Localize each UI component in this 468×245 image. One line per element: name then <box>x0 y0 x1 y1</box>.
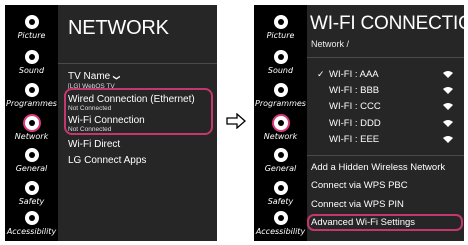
wifi-direct-label: Wi-Fi Direct <box>68 139 121 150</box>
wifi-network-item[interactable]: WI-FI : DDD <box>317 118 457 130</box>
sidebar-item-label: Safety <box>18 197 45 206</box>
wifi-signal-icon <box>443 136 453 143</box>
programmes-icon <box>273 83 288 97</box>
sidebar-item-general[interactable]: General <box>5 148 58 173</box>
wifi-signal-icon <box>443 103 453 110</box>
tv-name-label: TV Name ❯ <box>68 71 119 83</box>
wifi-network-name: WI-FI : BBB <box>329 85 380 96</box>
safety-icon <box>24 181 39 195</box>
settings-sidebar: Picture Sound Programmes Network General… <box>254 5 307 241</box>
sidebar-item-network[interactable]: Network <box>254 116 307 141</box>
divider <box>58 63 217 64</box>
wifi-signal-icon <box>443 120 453 127</box>
wps-pin-button[interactable]: Connect via WPS PIN <box>311 199 404 210</box>
sidebar-item-picture[interactable]: Picture <box>5 15 58 40</box>
page-title: WI-FI CONNECTION <box>310 13 464 34</box>
sidebar-item-label: Accessibility <box>6 227 57 236</box>
chevron-down-icon: ❯ <box>112 74 120 81</box>
general-icon <box>24 148 39 162</box>
sidebar-item-label: Picture <box>266 31 295 40</box>
wired-connection-label: Wired Connection (Ethernet) <box>68 94 195 105</box>
page-title: NETWORK <box>68 17 169 39</box>
sidebar-item-label: General <box>15 164 48 173</box>
breadcrumb: Network / <box>311 39 350 49</box>
wifi-network-name: WI-FI : AAA <box>329 69 379 80</box>
divider <box>307 155 464 156</box>
wifi-signal-icon <box>443 71 453 78</box>
tv-name-text: TV Name <box>68 71 111 82</box>
wifi-connection-status: Not Connected <box>68 126 112 133</box>
divider <box>307 57 464 58</box>
wifi-network-item[interactable]: WI-FI : CCC <box>317 101 457 113</box>
picture-icon <box>273 15 288 29</box>
wifi-signal-icon <box>443 87 453 94</box>
accessibility-icon <box>24 211 39 225</box>
programmes-icon <box>24 83 39 97</box>
sidebar-item-label: Picture <box>17 31 46 40</box>
sidebar-item-label: Sound <box>18 66 45 75</box>
sidebar-item-label: Programmes <box>255 99 306 108</box>
sound-icon <box>24 50 39 64</box>
wifi-direct-item[interactable]: Wi-Fi Direct <box>68 139 120 150</box>
wifi-network-name: WI-FI : CCC <box>329 101 381 112</box>
network-icon <box>24 116 39 130</box>
wired-connection-item[interactable]: Wired Connection (Ethernet) Not Connecte… <box>68 94 195 112</box>
lg-connect-apps-item[interactable]: LG Connect Apps <box>68 155 146 166</box>
sidebar-item-sound[interactable]: Sound <box>254 50 307 75</box>
sidebar-item-label: Programmes <box>6 99 57 108</box>
settings-sidebar: Picture Sound Programmes Network General… <box>5 5 58 241</box>
sidebar-item-general[interactable]: General <box>254 148 307 173</box>
wifi-connection-screen: Picture Sound Programmes Network General… <box>254 5 464 241</box>
sidebar-item-label: Network <box>263 132 298 141</box>
wifi-network-item[interactable]: ✓ WI-FI : AAA <box>317 69 457 81</box>
wps-pbc-button[interactable]: Connect via WPS PBC <box>311 180 408 191</box>
sidebar-item-label: Safety <box>267 197 294 206</box>
lg-connect-apps-label: LG Connect Apps <box>68 155 147 166</box>
network-panel: NETWORK TV Name ❯ [LG] WebOS TV Wired Co… <box>58 5 217 241</box>
sidebar-item-label: General <box>264 164 297 173</box>
wifi-connection-item[interactable]: Wi-Fi Connection Not Connected <box>68 115 145 133</box>
sidebar-item-programmes[interactable]: Programmes <box>254 83 307 108</box>
wired-connection-status: Not Connected <box>68 105 112 112</box>
add-hidden-network-button[interactable]: Add a Hidden Wireless Network <box>311 162 445 173</box>
sidebar-item-accessibility[interactable]: Accessibility <box>5 211 58 236</box>
safety-icon <box>273 181 288 195</box>
picture-icon <box>24 15 39 29</box>
sidebar-item-network[interactable]: Network <box>5 116 58 141</box>
wifi-network-item[interactable]: WI-FI : BBB <box>317 85 457 97</box>
general-icon <box>273 148 288 162</box>
wifi-connection-panel: WI-FI CONNECTION Network / ✓ WI-FI : AAA… <box>307 5 464 241</box>
wifi-connection-label: Wi-Fi Connection <box>68 115 145 126</box>
sidebar-item-safety[interactable]: Safety <box>254 181 307 206</box>
wifi-network-name: WI-FI : DDD <box>329 118 381 129</box>
sound-icon <box>273 50 288 64</box>
sidebar-item-safety[interactable]: Safety <box>5 181 58 206</box>
wifi-network-item[interactable]: WI-FI : EEE <box>317 134 457 146</box>
sidebar-item-programmes[interactable]: Programmes <box>5 83 58 108</box>
accessibility-icon <box>273 211 288 225</box>
sidebar-item-accessibility[interactable]: Accessibility <box>254 211 307 236</box>
network-icon <box>273 116 288 130</box>
sidebar-item-label: Network <box>14 132 49 141</box>
sidebar-item-sound[interactable]: Sound <box>5 50 58 75</box>
advanced-wifi-settings-button[interactable]: Advanced Wi-Fi Settings <box>311 217 415 228</box>
sidebar-item-label: Accessibility <box>255 227 306 236</box>
network-screen: Picture Sound Programmes Network General… <box>5 5 217 241</box>
wifi-network-name: WI-FI : EEE <box>329 134 380 145</box>
arrow-right-icon <box>226 113 246 129</box>
check-icon: ✓ <box>317 69 325 79</box>
sidebar-item-picture[interactable]: Picture <box>254 15 307 40</box>
sidebar-item-label: Sound <box>267 66 294 75</box>
